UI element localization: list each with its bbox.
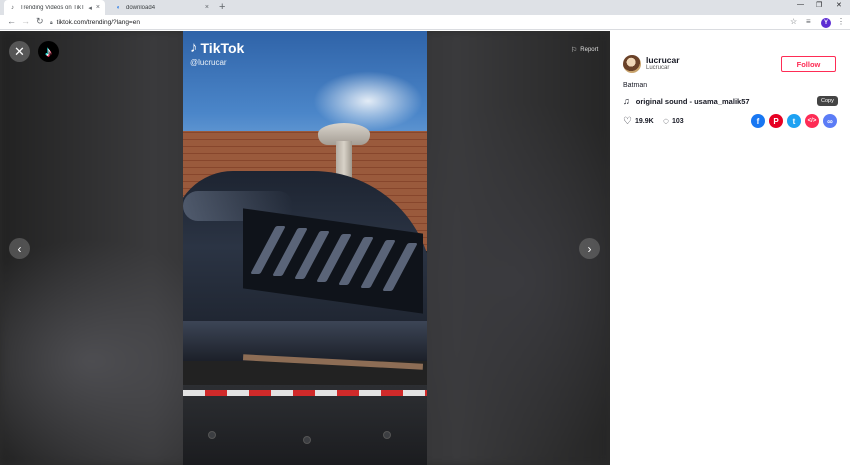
tiktok-watermark: ♪ TikTok @lucrucar bbox=[190, 39, 244, 67]
tab-download4[interactable]: ◐ download4 × bbox=[110, 0, 214, 15]
comment-button[interactable]: ◌ 103 bbox=[663, 116, 684, 127]
report-button[interactable]: ⚐ Report bbox=[571, 46, 598, 54]
heart-icon: ♡ bbox=[623, 116, 632, 127]
browser-tab-strip: ♪ Trending Videos on TikTok ◂ × ◐ downlo… bbox=[0, 0, 850, 15]
minimize-icon[interactable]: — bbox=[797, 1, 804, 8]
avatar[interactable] bbox=[623, 55, 641, 73]
close-tab-icon[interactable]: × bbox=[205, 4, 209, 11]
close-window-icon[interactable]: ✕ bbox=[836, 1, 842, 9]
previous-video-button[interactable]: ‹ bbox=[9, 238, 30, 259]
new-tab-icon[interactable]: + bbox=[219, 1, 225, 13]
forward-icon[interactable]: → bbox=[21, 16, 30, 26]
download-favicon-icon: ◐ bbox=[116, 4, 121, 11]
address-bar[interactable]: 🔒︎ tiktok.com/trending/?lang=en bbox=[50, 17, 800, 28]
tiktok-favicon-icon: ♪ bbox=[11, 4, 14, 11]
back-icon[interactable]: ← bbox=[7, 16, 16, 26]
tab-trending-videos[interactable]: ♪ Trending Videos on TikTok ◂ × bbox=[4, 0, 105, 15]
close-icon[interactable]: ✕ bbox=[9, 41, 30, 62]
embed-button[interactable]: </> bbox=[805, 114, 819, 128]
chevron-right-icon: › bbox=[587, 241, 592, 256]
link-icon: ∞ bbox=[827, 116, 833, 126]
tab-title: Trending Videos on TikTok bbox=[20, 4, 85, 11]
tiktok-logo-icon[interactable]: ♪ bbox=[38, 41, 59, 62]
comment-count: 103 bbox=[671, 118, 684, 125]
follow-button[interactable]: Follow bbox=[781, 56, 836, 72]
music-note-icon: ♫ bbox=[623, 96, 630, 106]
bookmark-star-icon[interactable]: ☆ bbox=[790, 17, 797, 26]
copy-link-button[interactable]: ∞ bbox=[823, 114, 837, 128]
lock-icon: 🔒︎ bbox=[50, 19, 53, 26]
pinterest-icon: P bbox=[773, 116, 779, 126]
profile-avatar[interactable]: Y bbox=[821, 18, 831, 28]
audio-icon[interactable]: ◂ bbox=[88, 4, 92, 12]
browser-toolbar: ← → ↻ 🔒︎ tiktok.com/trending/?lang=en ☆ … bbox=[0, 15, 850, 30]
video-info-panel: lucrucar Lucrucar Follow Batman ♫ origin… bbox=[610, 31, 850, 465]
like-button[interactable]: ♡ 19.9K bbox=[623, 116, 654, 127]
reload-icon[interactable]: ↻ bbox=[36, 16, 44, 27]
share-facebook-button[interactable]: f bbox=[751, 114, 765, 128]
sound-link[interactable]: ♫ original sound - usama_malik57 bbox=[623, 96, 750, 106]
nickname: Lucrucar bbox=[646, 65, 670, 71]
video-player[interactable] bbox=[183, 31, 427, 465]
username[interactable]: lucrucar bbox=[646, 55, 680, 65]
chevron-left-icon: ‹ bbox=[17, 241, 22, 256]
next-video-button[interactable]: › bbox=[579, 238, 600, 259]
watermark-handle: @lucrucar bbox=[190, 58, 227, 67]
video-caption: Batman bbox=[623, 82, 648, 89]
close-tab-icon[interactable]: × bbox=[96, 4, 100, 11]
like-count: 19.9K bbox=[634, 118, 654, 125]
watermark-brand: TikTok bbox=[200, 39, 245, 56]
video-stage: ♪ TikTok @lucrucar ✕ ♪ ⚐ Report ‹ › bbox=[0, 31, 610, 465]
url-text: tiktok.com/trending/?lang=en bbox=[56, 19, 140, 26]
copy-tooltip: Copy bbox=[817, 96, 838, 106]
sound-title: original sound - usama_malik57 bbox=[635, 96, 750, 106]
report-label: Report bbox=[580, 47, 599, 53]
facebook-icon: f bbox=[756, 116, 760, 126]
more-menu-icon[interactable]: ⋮ bbox=[837, 17, 845, 26]
restore-icon[interactable]: ❐ bbox=[816, 1, 822, 9]
tab-title: download4 bbox=[126, 4, 156, 11]
playlist-icon[interactable]: ≡ bbox=[806, 17, 811, 26]
comment-icon: ◌ bbox=[663, 116, 669, 127]
embed-code-icon: </> bbox=[807, 118, 817, 124]
share-twitter-button[interactable]: t bbox=[787, 114, 801, 128]
tiktok-note-icon: ♪ bbox=[190, 39, 198, 56]
flag-icon: ⚐ bbox=[571, 47, 578, 54]
share-pinterest-button[interactable]: P bbox=[769, 114, 783, 128]
twitter-icon: t bbox=[792, 116, 796, 126]
